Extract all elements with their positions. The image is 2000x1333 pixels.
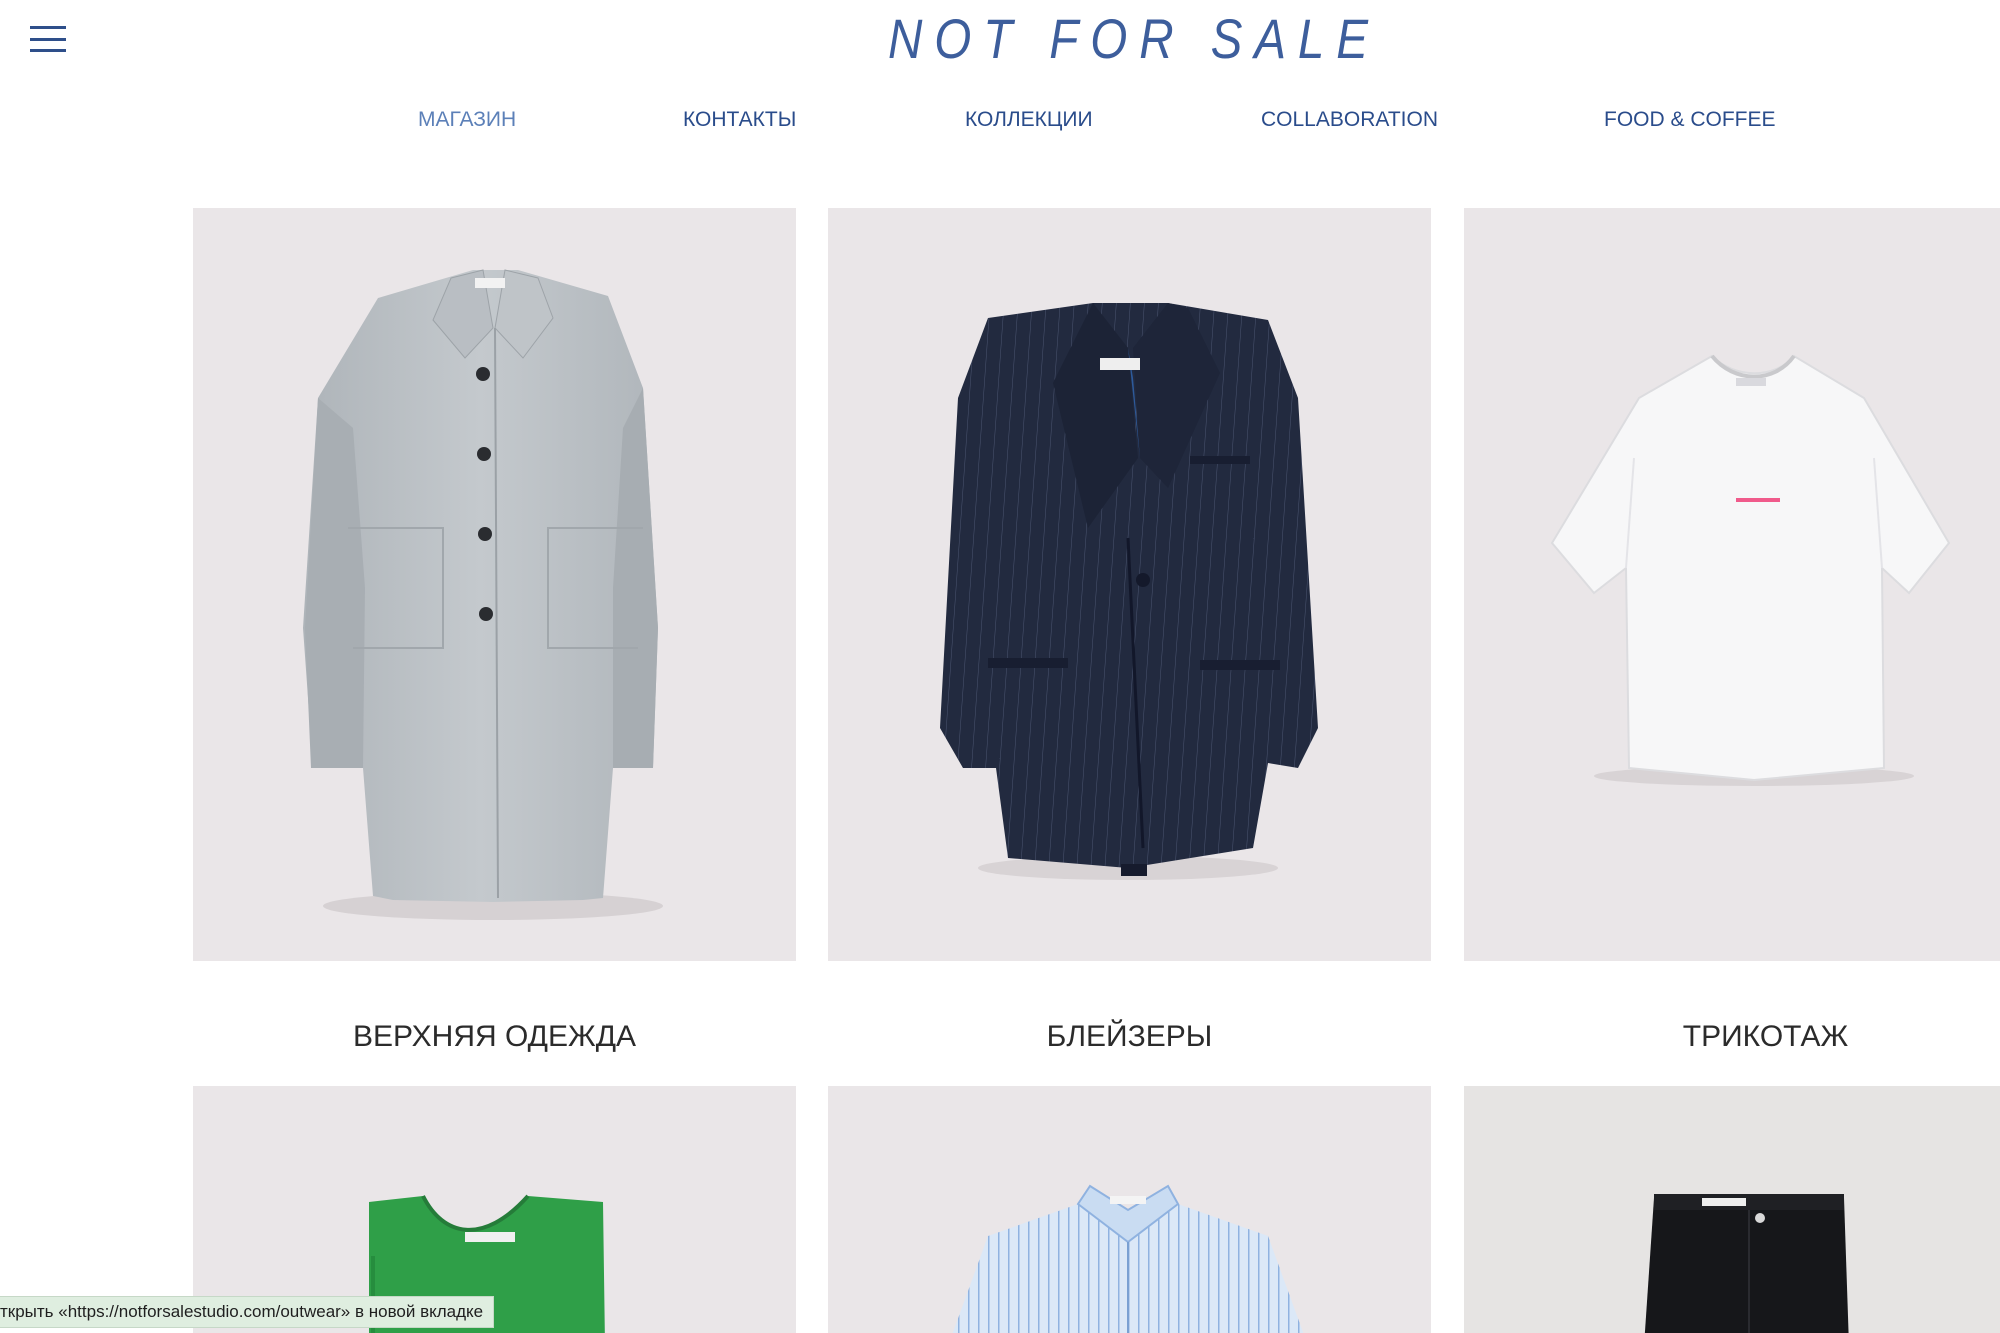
nav-item-food-coffee[interactable]: FOOD & COFFEE (1604, 108, 1776, 132)
hamburger-menu-icon[interactable] (30, 26, 68, 52)
white-tshirt-image (1550, 354, 1951, 786)
nav-item-collections[interactable]: КОЛЛЕКЦИИ (965, 108, 1093, 132)
nav-item-collaboration[interactable]: COLLABORATION (1261, 108, 1438, 132)
category-tile-outerwear[interactable] (193, 208, 796, 961)
category-tile-trousers[interactable] (1464, 1086, 2000, 1333)
category-title-blazers[interactable]: БЛЕЙЗЕРЫ (828, 1020, 1431, 1054)
browser-status-bar: ткрыть «https://notforsalestudio.com/out… (0, 1296, 495, 1328)
category-title-knitwear[interactable]: ТРИКОТАЖ (1464, 1020, 2000, 1054)
category-tile-knitwear[interactable] (1464, 208, 2000, 961)
site-logo[interactable]: NOT FOR SALE (888, 6, 1380, 71)
nav-item-contacts[interactable]: КОНТАКТЫ (683, 108, 796, 132)
grey-coat-image (303, 269, 663, 920)
category-title-outerwear[interactable]: ВЕРХНЯЯ ОДЕЖДА (193, 1020, 796, 1054)
navy-blazer-image (940, 303, 1318, 880)
striped-shirt-image (952, 1184, 1304, 1333)
black-trousers-image (1644, 1194, 1849, 1333)
page: NOT FOR SALE МАГАЗИН КОНТАКТЫ КОЛЛЕКЦИИ … (0, 0, 2000, 1333)
category-tile-blazers[interactable] (828, 208, 1431, 961)
nav-item-shop[interactable]: МАГАЗИН (418, 108, 516, 132)
category-tile-shirts[interactable] (828, 1086, 1431, 1333)
main-navigation: МАГАЗИН КОНТАКТЫ КОЛЛЕКЦИИ COLLABORATION… (0, 108, 2000, 138)
